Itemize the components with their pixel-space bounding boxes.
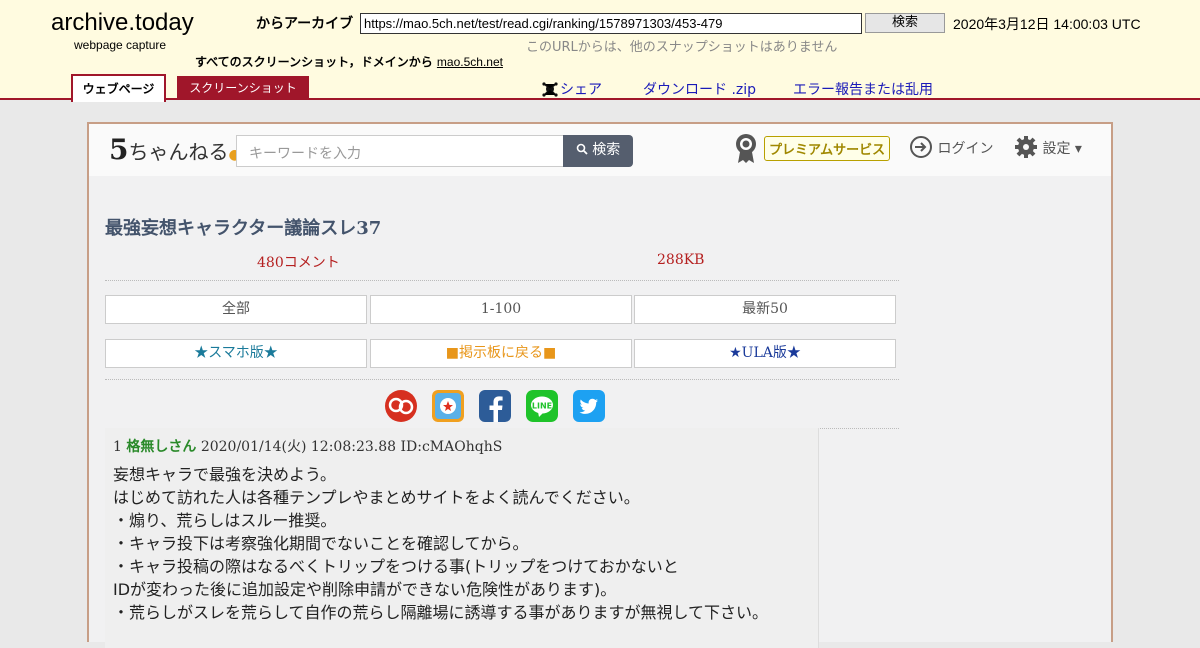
thread-meta: 480コメント 288KB — [105, 252, 899, 281]
keyword-search-button[interactable]: 検索 — [563, 135, 633, 167]
capture-date: 2020年3月12日 14:00:03 UTC — [953, 16, 1141, 32]
post-line: ・キャラ投稿の際はなるべくトリップをつける事(トリップをつけておかないと — [113, 557, 679, 576]
thread-size: 288KB — [657, 252, 705, 268]
login-label: ログイン — [937, 141, 994, 157]
report-abuse-link[interactable]: エラー報告または乱用 — [793, 79, 933, 99]
nav-1-100-button[interactable]: 1-100 — [370, 295, 632, 324]
post-line: 妄想キャラで最強を決めよう。 — [113, 465, 337, 484]
keyword-search-input[interactable]: キーワードを入力 — [236, 135, 564, 167]
post-line: ・荒らしがスレを荒らして自作の荒らし隔離場に誘導する事がありますが無視して下さい… — [113, 603, 769, 622]
premium-badge-icon — [736, 134, 756, 163]
divider — [105, 379, 899, 380]
ula-version-link[interactable]: ★ULA版★ — [634, 339, 896, 368]
post-line: IDが変わった後に追加設定や削除申請ができない危険性があります)。 — [113, 580, 617, 599]
keyword-search-label: 検索 — [592, 142, 621, 158]
post-header: 1 格無しさん 2020/01/14(火) 12:08:23.88 ID:cMA… — [113, 436, 502, 456]
login-icon — [910, 136, 932, 158]
post-line: はじめて訪れた人は各種テンプレやまとめサイトをよく読んでください。 — [113, 488, 640, 507]
archive-from-label: からアーカイブ — [256, 16, 354, 32]
share-icon — [542, 82, 558, 97]
site-topbar: 5ちゃんねる● キーワードを入力 検索 プレミアムサービス ログイン 設定 ▾ — [89, 124, 1111, 176]
smartphone-version-link[interactable]: ★スマホ版★ — [105, 339, 367, 368]
share-label: シェア — [560, 82, 602, 98]
tab-screenshot[interactable]: スクリーンショット — [177, 76, 309, 99]
no-snapshots-notice: このURLからは、他のスナップショットはありません — [526, 40, 838, 55]
url-input[interactable] — [360, 13, 862, 34]
thread-title: 最強妄想キャラクター議論スレ37 — [105, 218, 382, 239]
archive-logo[interactable]: archive.today — [51, 9, 194, 37]
settings-label: 設定 — [1042, 141, 1071, 157]
site-logo[interactable]: 5ちゃんねる● — [109, 133, 241, 166]
search-icon — [576, 143, 588, 155]
archive-header: archive.today webpage capture からアーカイブ 検索… — [0, 0, 1200, 102]
tab-webpage[interactable]: ウェブページ — [71, 74, 166, 102]
settings-button[interactable]: 設定 ▾ — [1014, 135, 1082, 159]
site-logo-digit: 5 — [109, 133, 129, 166]
post-datetime: 2020/01/14(火) 12:08:23.88 ID:cMAOhqhS — [200, 439, 503, 455]
bookmark-icon[interactable] — [432, 390, 464, 422]
post-line: ・煽り、荒らしはスルー推奨。 — [113, 511, 337, 530]
archive-search-button[interactable]: 検索 — [865, 13, 945, 33]
post-1: 1 格無しさん 2020/01/14(火) 12:08:23.88 ID:cMA… — [105, 428, 819, 648]
download-zip-link[interactable]: ダウンロード .zip — [643, 79, 756, 99]
svg-text:LINE: LINE — [532, 402, 552, 411]
all-screenshots-from-domain: すべてのスクリーンショット，ドメインから mao.5ch.net — [195, 53, 503, 70]
domain-link[interactable]: mao.5ch.net — [437, 55, 503, 69]
login-button[interactable]: ログイン — [909, 135, 993, 159]
comment-count: 480コメント — [257, 255, 340, 271]
post-number[interactable]: 1 — [113, 439, 122, 455]
archive-logo-subtitle: webpage capture — [74, 38, 167, 52]
facebook-icon[interactable] — [479, 390, 511, 422]
nav-all-button[interactable]: 全部 — [105, 295, 367, 324]
back-to-board-link[interactable]: ■掲示板に戻る■ — [370, 339, 632, 368]
all-screenshots-label: すべてのスクリーンショット，ドメインから — [195, 55, 433, 69]
line-icon[interactable]: LINE — [526, 390, 558, 422]
post-line: ・キャラ投下は考察強化期間でないことを確認してから。 — [113, 534, 529, 553]
post-body: 妄想キャラで最強を決めよう。 はじめて訪れた人は各種テンプレやまとめサイトをよく… — [113, 463, 813, 624]
sukitoku-icon[interactable] — [385, 390, 417, 422]
gear-icon — [1015, 136, 1037, 158]
captured-page: 5ちゃんねる● キーワードを入力 検索 プレミアムサービス ログイン 設定 ▾ … — [87, 122, 1113, 648]
premium-service-button[interactable]: プレミアムサービス — [764, 136, 891, 161]
nav-latest50-button[interactable]: 最新50 — [634, 295, 896, 324]
chevron-down-icon: ▾ — [1074, 141, 1082, 157]
site-logo-text: ちゃんねる — [128, 140, 229, 164]
twitter-icon[interactable] — [573, 390, 605, 422]
post-author: 格無しさん — [126, 439, 197, 455]
share-link[interactable]: シェア — [542, 79, 602, 99]
